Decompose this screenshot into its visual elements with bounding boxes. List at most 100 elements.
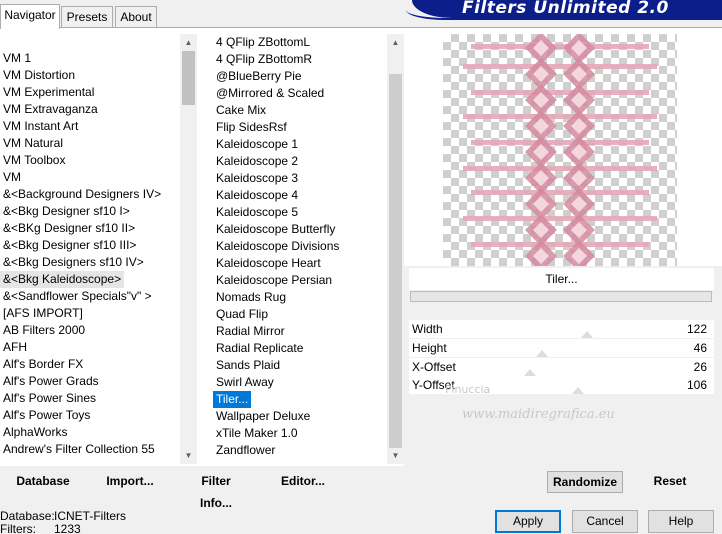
help-button[interactable]: Help bbox=[648, 510, 714, 533]
list-item[interactable]: Kaleidoscope 5 bbox=[213, 204, 301, 221]
category-scrollbar[interactable]: ▲ ▼ bbox=[180, 34, 197, 464]
filter-list[interactable]: 4 QFlip ZBottomL 4 QFlip ZBottomR @BlueBer… bbox=[213, 34, 387, 464]
filters-count-value: 1233 bbox=[54, 522, 81, 534]
list-item[interactable]: Quad Flip bbox=[213, 306, 271, 323]
list-item[interactable]: Wallpaper Deluxe bbox=[213, 408, 313, 425]
list-item[interactable]: @Mirrored & Scaled bbox=[213, 85, 327, 102]
app-title: Filters Unlimited 2.0 bbox=[462, 0, 669, 18]
slider-thumb[interactable] bbox=[524, 369, 536, 376]
list-item[interactable]: VM 1 bbox=[0, 50, 34, 67]
scroll-up-arrow-icon[interactable]: ▲ bbox=[387, 34, 404, 51]
list-item[interactable]: Flip SidesRsf bbox=[213, 119, 290, 136]
list-item[interactable]: &<Bkg Kaleidoscope> bbox=[0, 271, 125, 288]
param-row-height[interactable]: Height 46 bbox=[409, 339, 714, 357]
filters-info: Filters: 1233 bbox=[0, 522, 81, 534]
slider-thumb[interactable] bbox=[536, 350, 548, 357]
list-item[interactable]: [AFS IMPORT] bbox=[0, 305, 86, 322]
list-item[interactable]: &<Bkg Designer sf10 I> bbox=[0, 203, 133, 220]
database-label: Database: bbox=[0, 509, 55, 523]
category-list[interactable]: VM 1 VM Distortion VM Experimental VM Extra… bbox=[0, 34, 180, 464]
database-info: Database: ICNET-Filters bbox=[0, 509, 126, 523]
list-item[interactable]: Radial Mirror bbox=[213, 323, 288, 340]
param-value: 106 bbox=[686, 378, 707, 392]
list-item[interactable]: VM Natural bbox=[0, 135, 66, 152]
param-slider[interactable] bbox=[509, 358, 669, 376]
list-item[interactable]: Zandflower bbox=[213, 442, 278, 459]
list-item[interactable]: @BlueBerry Pie bbox=[213, 68, 305, 85]
filter-scrollbar[interactable]: ▲ ▼ bbox=[387, 34, 404, 464]
editor-button[interactable]: Editor... bbox=[280, 470, 326, 492]
list-item[interactable]: Kaleidoscope Butterfly bbox=[213, 221, 338, 238]
list-item[interactable]: Kaleidoscope Persian bbox=[213, 272, 335, 289]
database-button[interactable]: Database bbox=[14, 470, 72, 492]
scroll-down-arrow-icon[interactable]: ▼ bbox=[180, 447, 197, 464]
app-title-banner: Filters Unlimited 2.0 bbox=[406, 0, 722, 20]
slider-thumb[interactable] bbox=[581, 331, 593, 338]
list-item[interactable]: Cake Mix bbox=[213, 102, 269, 119]
param-value: 46 bbox=[693, 341, 707, 355]
list-item[interactable]: 4 QFlip ZBottomL bbox=[213, 34, 313, 51]
list-item[interactable]: Nomads Rug bbox=[213, 289, 289, 306]
scrollbar-thumb[interactable] bbox=[389, 74, 402, 448]
list-item[interactable]: VM bbox=[0, 169, 24, 186]
progress-bar bbox=[410, 291, 712, 302]
list-item[interactable]: Alf's Power Toys bbox=[0, 407, 93, 424]
tab-about[interactable]: About bbox=[115, 6, 157, 28]
list-item[interactable]: Kaleidoscope 2 bbox=[213, 153, 301, 170]
param-label: Height bbox=[412, 341, 447, 355]
param-slider[interactable] bbox=[509, 339, 669, 357]
scrollbar-thumb[interactable] bbox=[182, 51, 195, 105]
list-item[interactable]: Swirl Away bbox=[213, 374, 277, 391]
list-item[interactable]: &<Bkg Designers sf10 IV> bbox=[0, 254, 147, 271]
list-item[interactable]: &<Background Designers IV> bbox=[0, 186, 164, 203]
param-label: X-Offset bbox=[412, 360, 456, 374]
param-row-x-offset[interactable]: X-Offset 26 bbox=[409, 358, 714, 376]
scroll-up-arrow-icon[interactable]: ▲ bbox=[180, 34, 197, 51]
list-item[interactable]: 4 QFlip ZBottomR bbox=[213, 51, 315, 68]
list-item[interactable]: Kaleidoscope 3 bbox=[213, 170, 301, 187]
list-item[interactable]: AlphaWorks bbox=[0, 424, 70, 441]
list-item[interactable]: Alf's Power Sines bbox=[0, 390, 99, 407]
list-item[interactable]: Sands Plaid bbox=[213, 357, 283, 374]
filters-count-label: Filters: bbox=[0, 522, 36, 534]
param-slider[interactable] bbox=[509, 320, 669, 338]
randomize-button[interactable]: Randomize bbox=[547, 471, 623, 493]
tab-navigator[interactable]: Navigator bbox=[0, 4, 60, 29]
watermark-name: Pinuccia bbox=[445, 383, 491, 396]
list-item[interactable]: VM Toolbox bbox=[0, 152, 68, 169]
slider-thumb[interactable] bbox=[572, 387, 584, 394]
list-item[interactable]: xTile Maker 1.0 bbox=[213, 425, 301, 442]
list-item[interactable]: AB Filters 2000 bbox=[0, 322, 88, 339]
param-slider[interactable] bbox=[509, 376, 669, 394]
list-item[interactable]: VM Instant Art bbox=[0, 118, 81, 135]
list-item[interactable]: Kaleidoscope 1 bbox=[213, 136, 301, 153]
apply-button[interactable]: Apply bbox=[495, 510, 561, 533]
database-value: ICNET-Filters bbox=[54, 509, 126, 523]
list-item[interactable]: Kaleidoscope Divisions bbox=[213, 238, 342, 255]
list-item[interactable]: AFH bbox=[0, 339, 30, 356]
list-item[interactable]: VM Distortion bbox=[0, 67, 78, 84]
preview-image bbox=[443, 32, 677, 272]
list-item[interactable]: Alf's Power Grads bbox=[0, 373, 102, 390]
param-row-width[interactable]: Width 122 bbox=[409, 320, 714, 338]
filter-info-button[interactable]: Filter Info... bbox=[184, 470, 248, 510]
tab-presets[interactable]: Presets bbox=[61, 6, 113, 28]
list-item[interactable]: VM Extravaganza bbox=[0, 101, 101, 118]
cancel-button[interactable]: Cancel bbox=[572, 510, 638, 533]
list-item[interactable]: Tiler... bbox=[213, 391, 252, 408]
preview-panel[interactable] bbox=[409, 32, 714, 272]
param-value: 26 bbox=[693, 360, 707, 374]
import-button[interactable]: Import... bbox=[104, 470, 156, 492]
list-item[interactable]: VM Experimental bbox=[0, 84, 97, 101]
list-item[interactable]: Alf's Border FX bbox=[0, 356, 86, 373]
list-item[interactable]: Kaleidoscope Heart bbox=[213, 255, 324, 272]
tiled-pattern-graphic bbox=[463, 32, 657, 272]
list-item[interactable]: Radial Replicate bbox=[213, 340, 306, 357]
reset-button[interactable]: Reset bbox=[648, 470, 692, 492]
scroll-down-arrow-icon[interactable]: ▼ bbox=[387, 447, 404, 464]
list-item[interactable]: Andrew's Filter Collection 55 bbox=[0, 441, 158, 458]
list-item[interactable]: &<Bkg Designer sf10 III> bbox=[0, 237, 139, 254]
list-item[interactable]: &<BKg Designer sf10 II> bbox=[0, 220, 138, 237]
list-item[interactable]: &<Sandflower Specials"v" > bbox=[0, 288, 155, 305]
list-item[interactable]: Kaleidoscope 4 bbox=[213, 187, 301, 204]
